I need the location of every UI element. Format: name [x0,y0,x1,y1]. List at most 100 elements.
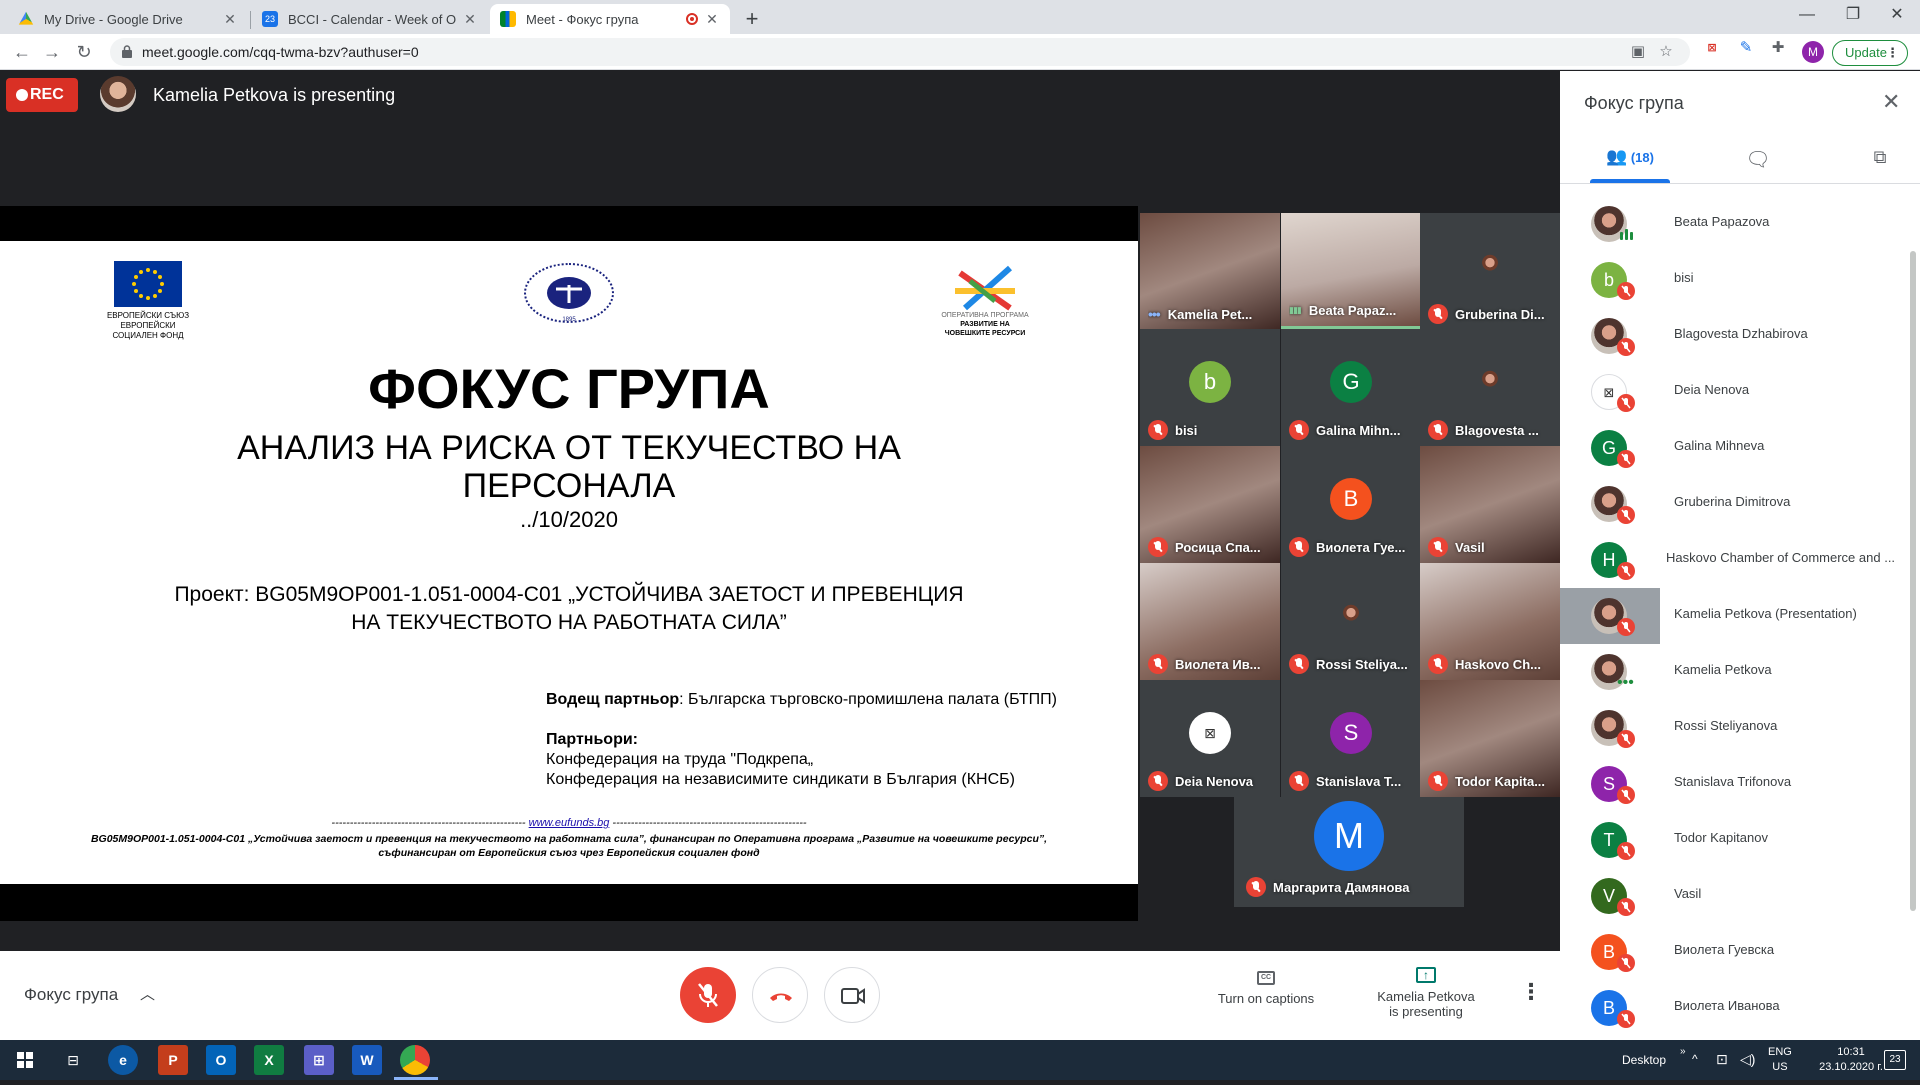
close-icon[interactable]: ✕ [1882,89,1900,115]
participant-tile[interactable]: Rossi Steliya... [1281,563,1421,680]
volume-icon[interactable]: ◁) [1740,1051,1755,1068]
present-now-button[interactable]: ↑ Kamelia Petkova is presenting [1356,967,1496,1019]
participant-tile[interactable]: b bisi [1140,329,1280,446]
close-icon[interactable]: ✕ [704,11,720,27]
windows-taskbar: ⊟ e P O X ⊞ W Desktop » ^ ⊡ ◁) ENG US 10… [0,1040,1920,1080]
participant-tile[interactable]: ⊠ Deia Nenova [1140,680,1280,797]
list-item[interactable]: ⊠ Deia Nenova [1560,364,1912,420]
camera-icon[interactable]: ▣ [1628,42,1648,62]
camera-toggle-button[interactable] [824,967,880,1023]
bookmark-star-icon[interactable]: ☆ [1656,42,1676,62]
microphone-toggle-button[interactable] [680,967,736,1023]
profile-avatar[interactable]: M [1802,41,1824,63]
desktop-toolbar-label[interactable]: Desktop [1622,1053,1666,1067]
new-tab-button[interactable]: + [738,6,766,34]
participant-tile[interactable]: Todor Kapita... [1420,680,1560,797]
eu-flag-logo [114,261,182,307]
word-icon[interactable]: W [352,1045,382,1075]
participant-tile[interactable]: ••• Kamelia Pet... [1140,213,1280,330]
meeting-name[interactable]: Фокус група [24,985,118,1005]
tab-google-drive[interactable]: My Drive - Google Drive ✕ [8,4,248,34]
chevron-up-icon[interactable]: ︿ [140,983,155,1004]
store-icon[interactable]: ⊞ [304,1045,334,1075]
footer-dashes: ----------------------------------------… [612,817,807,829]
participant-tile[interactable]: M Маргарита Дамянова [1234,797,1464,907]
more-options-icon[interactable]: ⋮ [1520,979,1542,1005]
activities-icon[interactable]: ⧉ [1860,147,1900,177]
panel-title: Фокус група [1584,93,1684,113]
tab-calendar[interactable]: 23 BCCI - Calendar - Week of Octob ✕ [252,4,488,34]
window-close-icon[interactable]: ✕ [1874,0,1920,30]
participant-tile[interactable]: Haskovo Ch... [1420,563,1560,680]
notification-icon[interactable]: 23 [1884,1050,1906,1070]
participant-name: bisi [1674,270,1694,285]
list-item[interactable]: Blagovesta Dzhabirova [1560,308,1912,364]
forward-icon[interactable]: → [40,40,64,64]
minimize-icon[interactable]: — [1784,0,1830,30]
footer-link[interactable]: www.eufunds.bg [529,817,610,829]
list-item[interactable]: b bisi [1560,252,1912,308]
update-button[interactable]: Update ⋮ [1832,40,1908,66]
edge-icon[interactable]: e [108,1045,138,1075]
participant-tile[interactable]: Vasil [1420,446,1560,563]
chevron-right-icon[interactable]: » [1680,1046,1686,1057]
language-indicator[interactable]: ENG US [1768,1045,1792,1075]
list-item[interactable]: B Виолета Гуевска [1560,924,1912,980]
excel-icon[interactable]: X [254,1045,284,1075]
chevron-up-icon[interactable]: ^ [1692,1052,1698,1066]
network-icon[interactable]: ⊡ [1716,1051,1728,1068]
tab-people[interactable]: 👥 (18) [1590,147,1670,177]
participant-tile[interactable]: B Виолета Гуе... [1281,446,1421,563]
participant-tile[interactable]: ▮▮▮ Beata Papaz... [1281,213,1421,330]
mic-off-icon [1617,506,1635,524]
scrollbar[interactable] [1910,251,1916,911]
participant-tile[interactable]: S Stanislava T... [1281,680,1421,797]
tab-meet[interactable]: Meet - Фокус група ✕ [490,4,730,34]
close-icon[interactable]: ✕ [222,11,238,27]
chrome-icon[interactable] [400,1045,430,1075]
list-item[interactable]: Kamelia Petkova (Presentation) [1560,588,1912,644]
participant-name: Stanislava T... [1316,773,1402,789]
participant-tile[interactable]: Росица Спа... [1140,446,1280,563]
participant-tile[interactable]: Gruberina Di... [1420,213,1560,330]
presentation-slide[interactable]: ЕВРОПЕЙСКИ СЪЮЗ ЕВРОПЕЙСКИ СОЦИАЛЕН ФОНД… [0,241,1138,884]
pen-extension-icon[interactable]: ✎ [1736,38,1756,58]
extensions-puzzle-icon[interactable]: ✚ [1768,38,1788,58]
address-bar[interactable]: meet.google.com/cqq-twma-bzv?authuser=0 … [110,38,1690,66]
maximize-icon[interactable]: ❐ [1830,0,1876,30]
lead-partner-label: Водещ партньор [546,691,680,708]
list-item[interactable]: B Виолета Иванова [1560,980,1912,1036]
list-item[interactable]: G Galina Mihneva [1560,420,1912,476]
list-item[interactable]: ••• Kamelia Petkova [1560,644,1912,700]
leave-call-button[interactable] [752,967,808,1023]
list-item[interactable]: H Haskovo Chamber of Commerce and ... [1560,532,1912,588]
mic-off-icon [1617,730,1635,748]
clock[interactable]: 10:31 23.10.2020 г. [1806,1045,1896,1075]
windows-start-icon[interactable] [10,1045,40,1075]
list-item[interactable]: Rossi Steliyanova [1560,700,1912,756]
list-item[interactable]: Beata Papazova [1560,196,1912,252]
captions-button[interactable]: CC Turn on captions [1206,971,1326,1006]
captions-label: Turn on captions [1217,991,1315,1006]
participant-name: Blagovesta ... [1455,422,1539,438]
back-icon[interactable]: ← [10,40,34,64]
outlook-icon[interactable]: O [206,1045,236,1075]
menu-dots-icon[interactable]: ⋮ [1886,41,1899,65]
list-item[interactable]: T Todor Kapitanov [1560,812,1912,868]
record-dot-icon [16,89,28,101]
recording-indicator-icon [686,13,698,25]
participant-tile[interactable]: G Galina Mihn... [1281,329,1421,446]
powerpoint-icon[interactable]: P [158,1045,188,1075]
extension-icon[interactable]: ⊠ [1702,38,1722,58]
list-item[interactable]: V Vasil [1560,868,1912,924]
participant-tile[interactable]: Blagovesta ... [1420,329,1560,446]
chat-icon[interactable]: 🗨 [1738,147,1778,177]
task-view-icon[interactable]: ⊟ [58,1045,88,1075]
slide-footer: съфинансиран от Европейския съюз чрез Ев… [378,847,760,859]
reload-icon[interactable]: ↻ [72,40,96,64]
participant-tile[interactable]: Виолета Ив... [1140,563,1280,680]
list-item[interactable]: Gruberina Dimitrova [1560,476,1912,532]
list-item[interactable]: S Stanislava Trifonova [1560,756,1912,812]
participant-tile-label: Haskovo Ch... [1428,654,1556,674]
close-icon[interactable]: ✕ [462,11,478,27]
